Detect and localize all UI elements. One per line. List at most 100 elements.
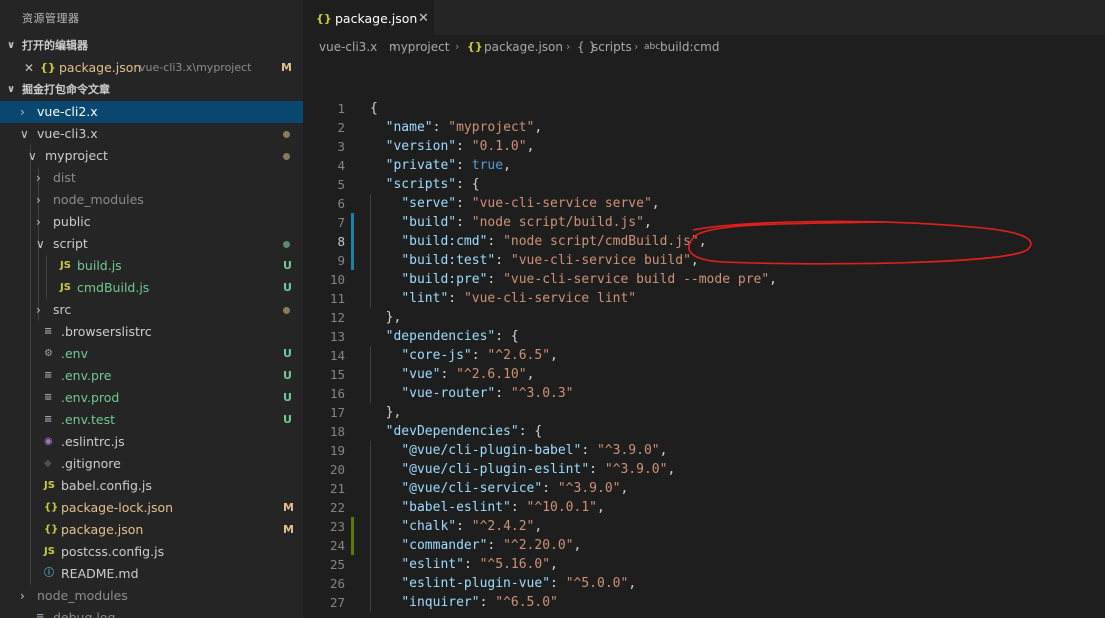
tree-file[interactable]: ≡ debug.log [0, 607, 303, 618]
code-line[interactable]: 11 "lint": "vue-cli-service lint" [303, 289, 1105, 308]
code-line[interactable]: 16 "vue-router": "^3.0.3" [303, 384, 1105, 403]
tree-file[interactable]: JS cmdBuild.js U [0, 277, 303, 299]
chevron-right-icon: › [20, 589, 25, 603]
tree-file[interactable]: {} package.json M [0, 519, 303, 541]
code-text: "private": true, [385, 158, 511, 173]
code-line[interactable]: 6 "serve": "vue-cli-service serve", [303, 194, 1105, 213]
code-line[interactable]: 4 "private": true, [303, 156, 1105, 175]
tab-package-json[interactable]: {} package.json ✕ [303, 0, 434, 35]
tree-file[interactable]: ≡ .env.prod U [0, 387, 303, 409]
modified-dot [283, 153, 290, 160]
tree-file[interactable]: JS build.js U [0, 255, 303, 277]
tree-item-label: vue-cli2.x [37, 104, 98, 119]
tree-file[interactable]: JS postcss.config.js [0, 541, 303, 563]
code-text: "serve": "vue-cli-service serve", [401, 196, 660, 211]
tree-folder[interactable]: › public [0, 211, 303, 233]
tree-folder[interactable]: ∨ vue-cli3.x [0, 123, 303, 145]
code-line[interactable]: 17 }, [303, 403, 1105, 422]
line-number: 7 [337, 215, 345, 230]
code-line[interactable]: 18 "devDependencies": { [303, 422, 1105, 441]
tree-file[interactable]: ≡ .env.pre U [0, 365, 303, 387]
breadcrumb-item[interactable]: package.json [484, 35, 563, 59]
open-editor-path: vue-cli3.x\myproject [139, 61, 252, 74]
indent-guide [30, 409, 31, 431]
breadcrumb-item[interactable]: build:cmd [660, 35, 719, 59]
code-text: "vue-router": "^3.0.3" [401, 386, 574, 401]
line-number: 24 [329, 538, 345, 553]
code-editor[interactable]: 1{2 "name": "myproject", 3 "version": "0.… [303, 99, 1105, 612]
code-line[interactable]: 8 "build:cmd": "node script/cmdBuild.js"… [303, 232, 1105, 251]
code-line[interactable]: 19 "@vue/cli-plugin-babel": "^3.9.0", [303, 441, 1105, 460]
code-line[interactable]: 12 }, [303, 308, 1105, 327]
tree-folder[interactable]: › node_modules [0, 189, 303, 211]
line-number: 3 [337, 139, 345, 154]
code-line[interactable]: 24 "commander": "^2.20.0", [303, 536, 1105, 555]
open-editor-item[interactable]: ✕ {} package.json vue-cli3.x\myproject M [0, 57, 303, 79]
breadcrumb-item[interactable]: vue-cli3.x [319, 35, 377, 59]
tree-folder[interactable]: › src [0, 299, 303, 321]
code-line[interactable]: 3 "version": "0.1.0", [303, 137, 1105, 156]
code-line[interactable]: 20 "@vue/cli-plugin-eslint": "^3.9.0", [303, 460, 1105, 479]
indent-guide [30, 497, 31, 519]
tree-file[interactable]: {} package-lock.json M [0, 497, 303, 519]
tree-folder[interactable]: ∨ myproject [0, 145, 303, 167]
js-file-icon: JS [44, 480, 55, 491]
code-line[interactable]: 7 "build": "node script/build.js", [303, 213, 1105, 232]
code-line[interactable]: 22 "babel-eslint": "^10.0.1", [303, 498, 1105, 517]
tree-folder[interactable]: › vue-cli2.x [0, 101, 303, 123]
code-line[interactable]: 2 "name": "myproject", [303, 118, 1105, 137]
tree-item-label: .eslintrc.js [61, 434, 125, 449]
code-line[interactable]: 5 "scripts": { [303, 175, 1105, 194]
workspace-header[interactable]: ∨ 掘金打包命令文章 [0, 79, 303, 101]
indent-guide [38, 255, 39, 277]
breadcrumb-item[interactable]: scripts [592, 35, 632, 59]
modified-dot [283, 307, 290, 314]
tree-file[interactable]: ◉ .eslintrc.js [0, 431, 303, 453]
code-line[interactable]: 27 "inquirer": "^6.5.0" [303, 593, 1105, 612]
line-number: 9 [337, 253, 345, 268]
close-icon[interactable]: ✕ [24, 57, 34, 79]
breadcrumb: vue-cli3.x › myproject › {} package.json… [303, 35, 1105, 59]
tree-folder[interactable]: › node_modules [0, 585, 303, 607]
tree-item-label: public [53, 214, 91, 229]
code-line[interactable]: 15 "vue": "^2.6.10", [303, 365, 1105, 384]
open-editors-header[interactable]: ∨ 打开的编辑器 [0, 35, 303, 57]
line-number: 15 [329, 367, 345, 382]
breadcrumb-item[interactable]: myproject [389, 35, 449, 59]
line-number: 18 [329, 424, 345, 439]
tree-file[interactable]: ≡ .browserslistrc [0, 321, 303, 343]
tree-item-label: .browserslistrc [61, 324, 152, 339]
js-file-icon: JS [60, 260, 71, 271]
code-line[interactable]: 14 "core-js": "^2.6.5", [303, 346, 1105, 365]
indent-guide [30, 233, 31, 255]
tree-item-label: babel.config.js [61, 478, 152, 493]
code-line[interactable]: 13 "dependencies": { [303, 327, 1105, 346]
code-text: { [370, 101, 378, 116]
tree-item-label: .env.prod [61, 390, 120, 405]
chevron-right-icon: › [566, 40, 571, 53]
code-line[interactable]: 10 "build:pre": "vue-cli-service build -… [303, 270, 1105, 289]
close-icon[interactable]: ✕ [418, 0, 429, 37]
line-number: 13 [329, 329, 345, 344]
code-line[interactable]: 21 "@vue/cli-service": "^3.9.0", [303, 479, 1105, 498]
tree-file[interactable]: JS babel.config.js [0, 475, 303, 497]
tree-file[interactable]: ⚙ .env U [0, 343, 303, 365]
code-text: "core-js": "^2.6.5", [401, 348, 558, 363]
code-line[interactable]: 26 "eslint-plugin-vue": "^5.0.0", [303, 574, 1105, 593]
tree-item-label: README.md [61, 566, 139, 581]
tree-folder[interactable]: › dist [0, 167, 303, 189]
code-line[interactable]: 25 "eslint": "^5.16.0", [303, 555, 1105, 574]
tree-file[interactable]: ◆ .gitignore [0, 453, 303, 475]
tree-file[interactable]: ≡ .env.test U [0, 409, 303, 431]
diff-gutter-mark [351, 251, 354, 270]
tab-bar: {} package.json ✕ [303, 0, 1105, 35]
git-status-badge: U [283, 259, 292, 272]
code-line[interactable]: 9 "build:test": "vue-cli-service build", [303, 251, 1105, 270]
tree-folder[interactable]: ∨ script [0, 233, 303, 255]
code-line[interactable]: 23 "chalk": "^2.4.2", [303, 517, 1105, 536]
tree-file[interactable]: ⓘ README.md [0, 563, 303, 585]
tree-item-label: myproject [45, 148, 108, 163]
code-line[interactable]: 1{ [303, 99, 1105, 118]
json-file-icon: {} [44, 524, 59, 535]
js-file-icon: JS [44, 546, 55, 557]
